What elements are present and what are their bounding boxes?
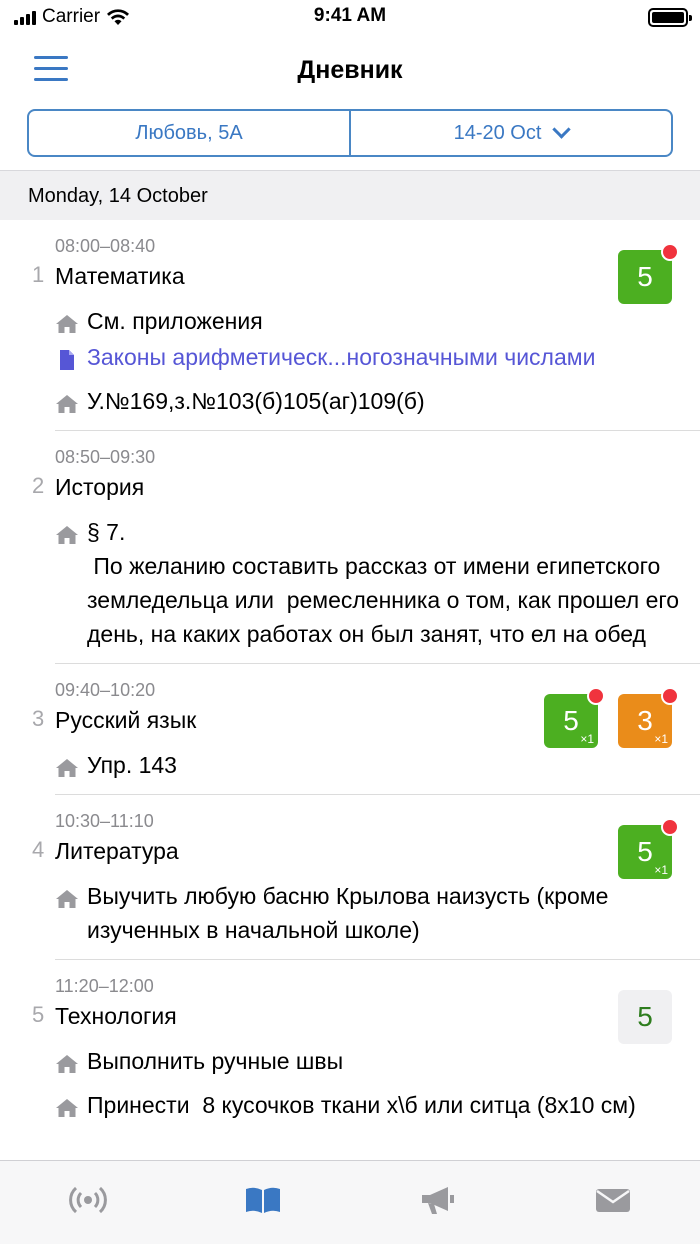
student-selector[interactable]: Любовь, 5А xyxy=(29,111,349,155)
week-label: 14-20 Oct xyxy=(453,121,542,144)
grade-weight: ×1 xyxy=(654,732,668,746)
grades-group: 5 ×1 xyxy=(618,818,679,879)
lesson-number: 2 xyxy=(32,473,45,498)
homework-text: Выполнить ручные швы xyxy=(87,1048,344,1074)
lesson-name: Литература xyxy=(55,838,179,864)
homework-item: Выучить любую басню Крылова наизусть (кр… xyxy=(55,879,700,947)
navigation-bar: Дневник xyxy=(0,36,700,106)
lesson-time: 10:30–11:10 xyxy=(55,811,154,831)
broadcast-icon xyxy=(68,1185,108,1220)
lesson-row[interactable]: 08:50–09:30 2 История § 7. По желанию соста… xyxy=(32,430,700,663)
grade-value: 5 xyxy=(637,836,653,867)
lesson-number: 3 xyxy=(32,706,45,731)
grade-weight: ×1 xyxy=(580,732,594,746)
grade-value: 3 xyxy=(637,705,653,736)
lesson-time: 11:20–12:00 xyxy=(55,976,154,996)
grade-badge[interactable]: 3 ×1 xyxy=(618,687,679,748)
lesson-content: 09:40–10:20 3 Русский язык Упр. 143 5 ×1 3 ×1 xyxy=(0,678,700,782)
battery-icon xyxy=(648,8,692,27)
grade-weight: ×1 xyxy=(654,863,668,877)
homework-item: Принести 8 кусочков ткани х\б или ситца … xyxy=(55,1088,700,1122)
grade-badge[interactable]: 5 xyxy=(618,990,672,1044)
homework-text: Законы арифметическ...ногозначными числа… xyxy=(87,344,596,370)
grades-group: 5 xyxy=(618,990,672,1044)
day-header: Monday, 14 October xyxy=(0,170,700,220)
grades-group: 5 ×1 3 ×1 xyxy=(544,687,679,748)
new-grade-dot xyxy=(661,818,679,836)
attachment-link[interactable]: Законы арифметическ...ногозначными числа… xyxy=(55,340,700,374)
new-grade-dot xyxy=(661,687,679,705)
chevron-down-icon xyxy=(552,119,572,139)
lesson-content: 08:00–08:40 1 Математика См. приложения Зако… xyxy=(0,234,700,418)
page-title: Дневник xyxy=(297,56,403,84)
lesson-time: 08:00–08:40 xyxy=(55,236,156,256)
homework-item: § 7. По желанию составить рассказ от име… xyxy=(55,515,700,651)
tab-book[interactable] xyxy=(175,1161,350,1244)
lesson-content: 08:50–09:30 2 История § 7. По желанию соста… xyxy=(0,445,700,651)
book-icon xyxy=(244,1185,282,1220)
grades-group: 5 xyxy=(618,243,679,304)
document-icon xyxy=(55,346,79,370)
home-icon xyxy=(55,390,79,413)
tab-bar xyxy=(0,1160,700,1244)
lesson-number: 4 xyxy=(32,837,45,862)
homework-item: См. приложения xyxy=(55,304,700,338)
lesson-time: 08:50–09:30 xyxy=(55,447,156,467)
lesson-number: 5 xyxy=(32,1002,45,1027)
homework-item: Выполнить ручные швы xyxy=(55,1044,700,1078)
tab-envelope[interactable] xyxy=(525,1161,700,1244)
status-bar: Carrier 9:41 AM xyxy=(0,0,700,36)
homework-text: См. приложения xyxy=(87,308,263,334)
new-grade-dot xyxy=(661,243,679,261)
grade-badge[interactable]: 5 ×1 xyxy=(544,687,605,748)
tab-megaphone[interactable] xyxy=(350,1161,525,1244)
home-icon xyxy=(55,1094,79,1117)
home-icon xyxy=(55,885,79,908)
grade-badge[interactable]: 5 xyxy=(618,243,679,304)
lesson-number: 1 xyxy=(32,262,45,287)
grade-badge[interactable]: 5 ×1 xyxy=(618,818,679,879)
lesson-row[interactable]: 09:40–10:20 3 Русский язык Упр. 143 5 ×1 3 ×1 xyxy=(32,663,700,794)
tab-broadcast[interactable] xyxy=(0,1161,175,1244)
home-icon xyxy=(55,310,79,333)
homework-text: Принести 8 кусочков ткани х\б или ситца … xyxy=(87,1092,636,1118)
status-time: 9:41 AM xyxy=(313,5,387,26)
home-icon xyxy=(55,521,79,544)
megaphone-icon xyxy=(418,1184,458,1221)
home-icon xyxy=(55,754,79,777)
week-selector[interactable]: 14-20 Oct xyxy=(349,111,671,155)
homework-text: Упр. 143 xyxy=(87,752,177,778)
homework-item: Упр. 143 xyxy=(55,748,700,782)
lesson-content: 10:30–11:10 4 Литература Выучить любую басн… xyxy=(0,809,700,947)
lesson-name: Математика xyxy=(55,263,185,289)
grade-value: 5 xyxy=(563,705,579,736)
grade-value: 5 xyxy=(637,1001,653,1032)
new-grade-dot xyxy=(587,687,605,705)
lesson-row[interactable]: 11:20–12:00 5 Технология Выполнить ручные ш… xyxy=(32,959,700,1134)
envelope-icon xyxy=(595,1186,631,1219)
lesson-row[interactable]: 10:30–11:10 4 Литература Выучить любую басн… xyxy=(32,794,700,959)
homework-text: § 7. По желанию составить рассказ от име… xyxy=(87,519,680,647)
homework-item: У.№169,з.№103(б)105(аг)109(б) xyxy=(55,384,700,418)
lesson-row[interactable]: 08:00–08:40 1 Математика См. приложения Зако… xyxy=(0,220,700,430)
lesson-list[interactable]: 08:00–08:40 1 Математика См. приложения Зако… xyxy=(0,220,700,1160)
grade-value: 5 xyxy=(637,261,653,292)
home-icon xyxy=(55,1050,79,1073)
filter-segmented-control: Любовь, 5А 14-20 Oct xyxy=(27,109,673,157)
homework-text: У.№169,з.№103(б)105(аг)109(б) xyxy=(87,388,425,414)
lesson-content: 11:20–12:00 5 Технология Выполнить ручные ш… xyxy=(0,974,700,1122)
lesson-name: Технология xyxy=(55,1003,177,1029)
lesson-name: История xyxy=(55,474,145,500)
homework-text: Выучить любую басню Крылова наизусть (кр… xyxy=(87,883,615,943)
student-label: Любовь, 5А xyxy=(135,121,243,144)
